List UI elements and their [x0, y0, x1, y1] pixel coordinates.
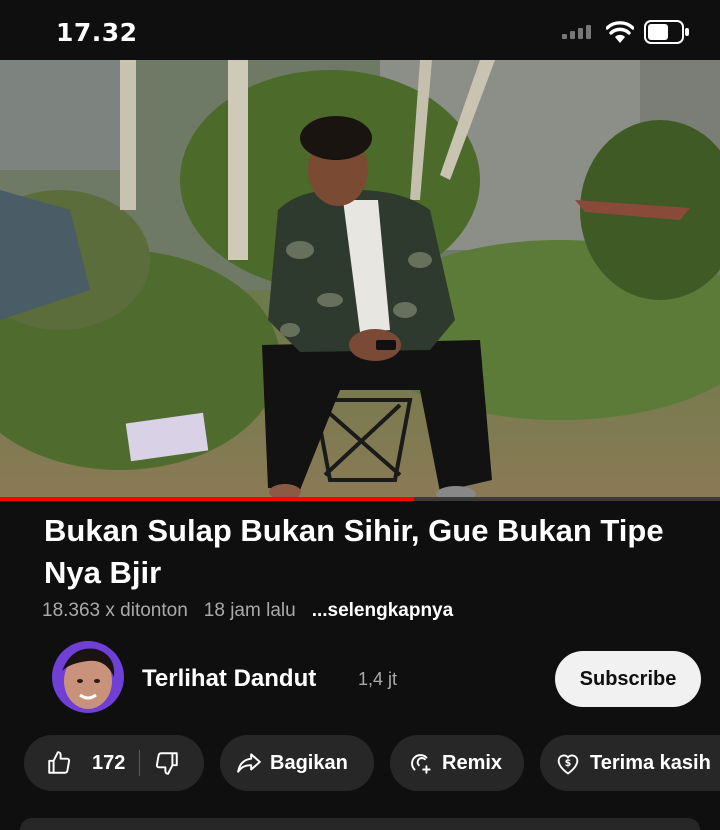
upload-time: 18 jam lalu [203, 600, 296, 621]
comments-sheet-peek[interactable] [20, 818, 700, 830]
signal-icon [562, 25, 591, 39]
video-player[interactable] [0, 60, 720, 500]
thanks-label: Terima kasih [590, 751, 711, 774]
video-meta[interactable]: 18.363 x ditonton 18 jam lalu ...selengk… [42, 600, 453, 622]
channel-row: Terlihat Dandut 1,4 jt Subscribe [52, 641, 712, 715]
video-frame-image [0, 60, 720, 500]
status-bar: 17.32 [0, 0, 720, 60]
remix-label: Remix [442, 751, 503, 774]
battery-icon [644, 20, 689, 44]
show-more-link[interactable]: ...selengkapnya [312, 600, 454, 622]
status-icons [562, 20, 690, 44]
view-count: 18.363 x ditonton [42, 600, 188, 621]
avatar-image [52, 641, 124, 713]
wifi-icon [606, 21, 634, 43]
thumbs-down-icon [156, 752, 179, 775]
thumbs-up-icon [48, 751, 71, 774]
share-button[interactable]: Bagikan [220, 735, 374, 791]
remix-button[interactable]: Remix [390, 735, 524, 791]
heart-dollar-icon: $ [557, 754, 579, 775]
like-count: 172 [92, 751, 126, 774]
channel-avatar[interactable] [52, 641, 124, 713]
subscriber-count: 1,4 jt [358, 669, 398, 689]
svg-text:$: $ [565, 758, 572, 769]
thanks-button[interactable]: $ Terima kasih [540, 735, 720, 791]
like-divider [139, 750, 141, 776]
like-button[interactable]: 172 [46, 750, 125, 776]
share-label: Bagikan [270, 751, 348, 774]
video-progress-bar[interactable] [0, 497, 720, 501]
share-icon [237, 753, 261, 773]
subscribe-button[interactable]: Subscribe [555, 651, 701, 707]
status-time: 17.32 [56, 18, 138, 47]
video-progress-fill [0, 497, 414, 501]
dislike-button[interactable] [154, 750, 180, 776]
like-dislike-group: 172 [24, 735, 204, 791]
remix-icon [411, 754, 431, 774]
channel-name[interactable]: Terlihat Dandut [142, 665, 316, 693]
video-title[interactable]: Bukan Sulap Bukan Sihir, Gue Bukan Tipe … [44, 510, 704, 594]
